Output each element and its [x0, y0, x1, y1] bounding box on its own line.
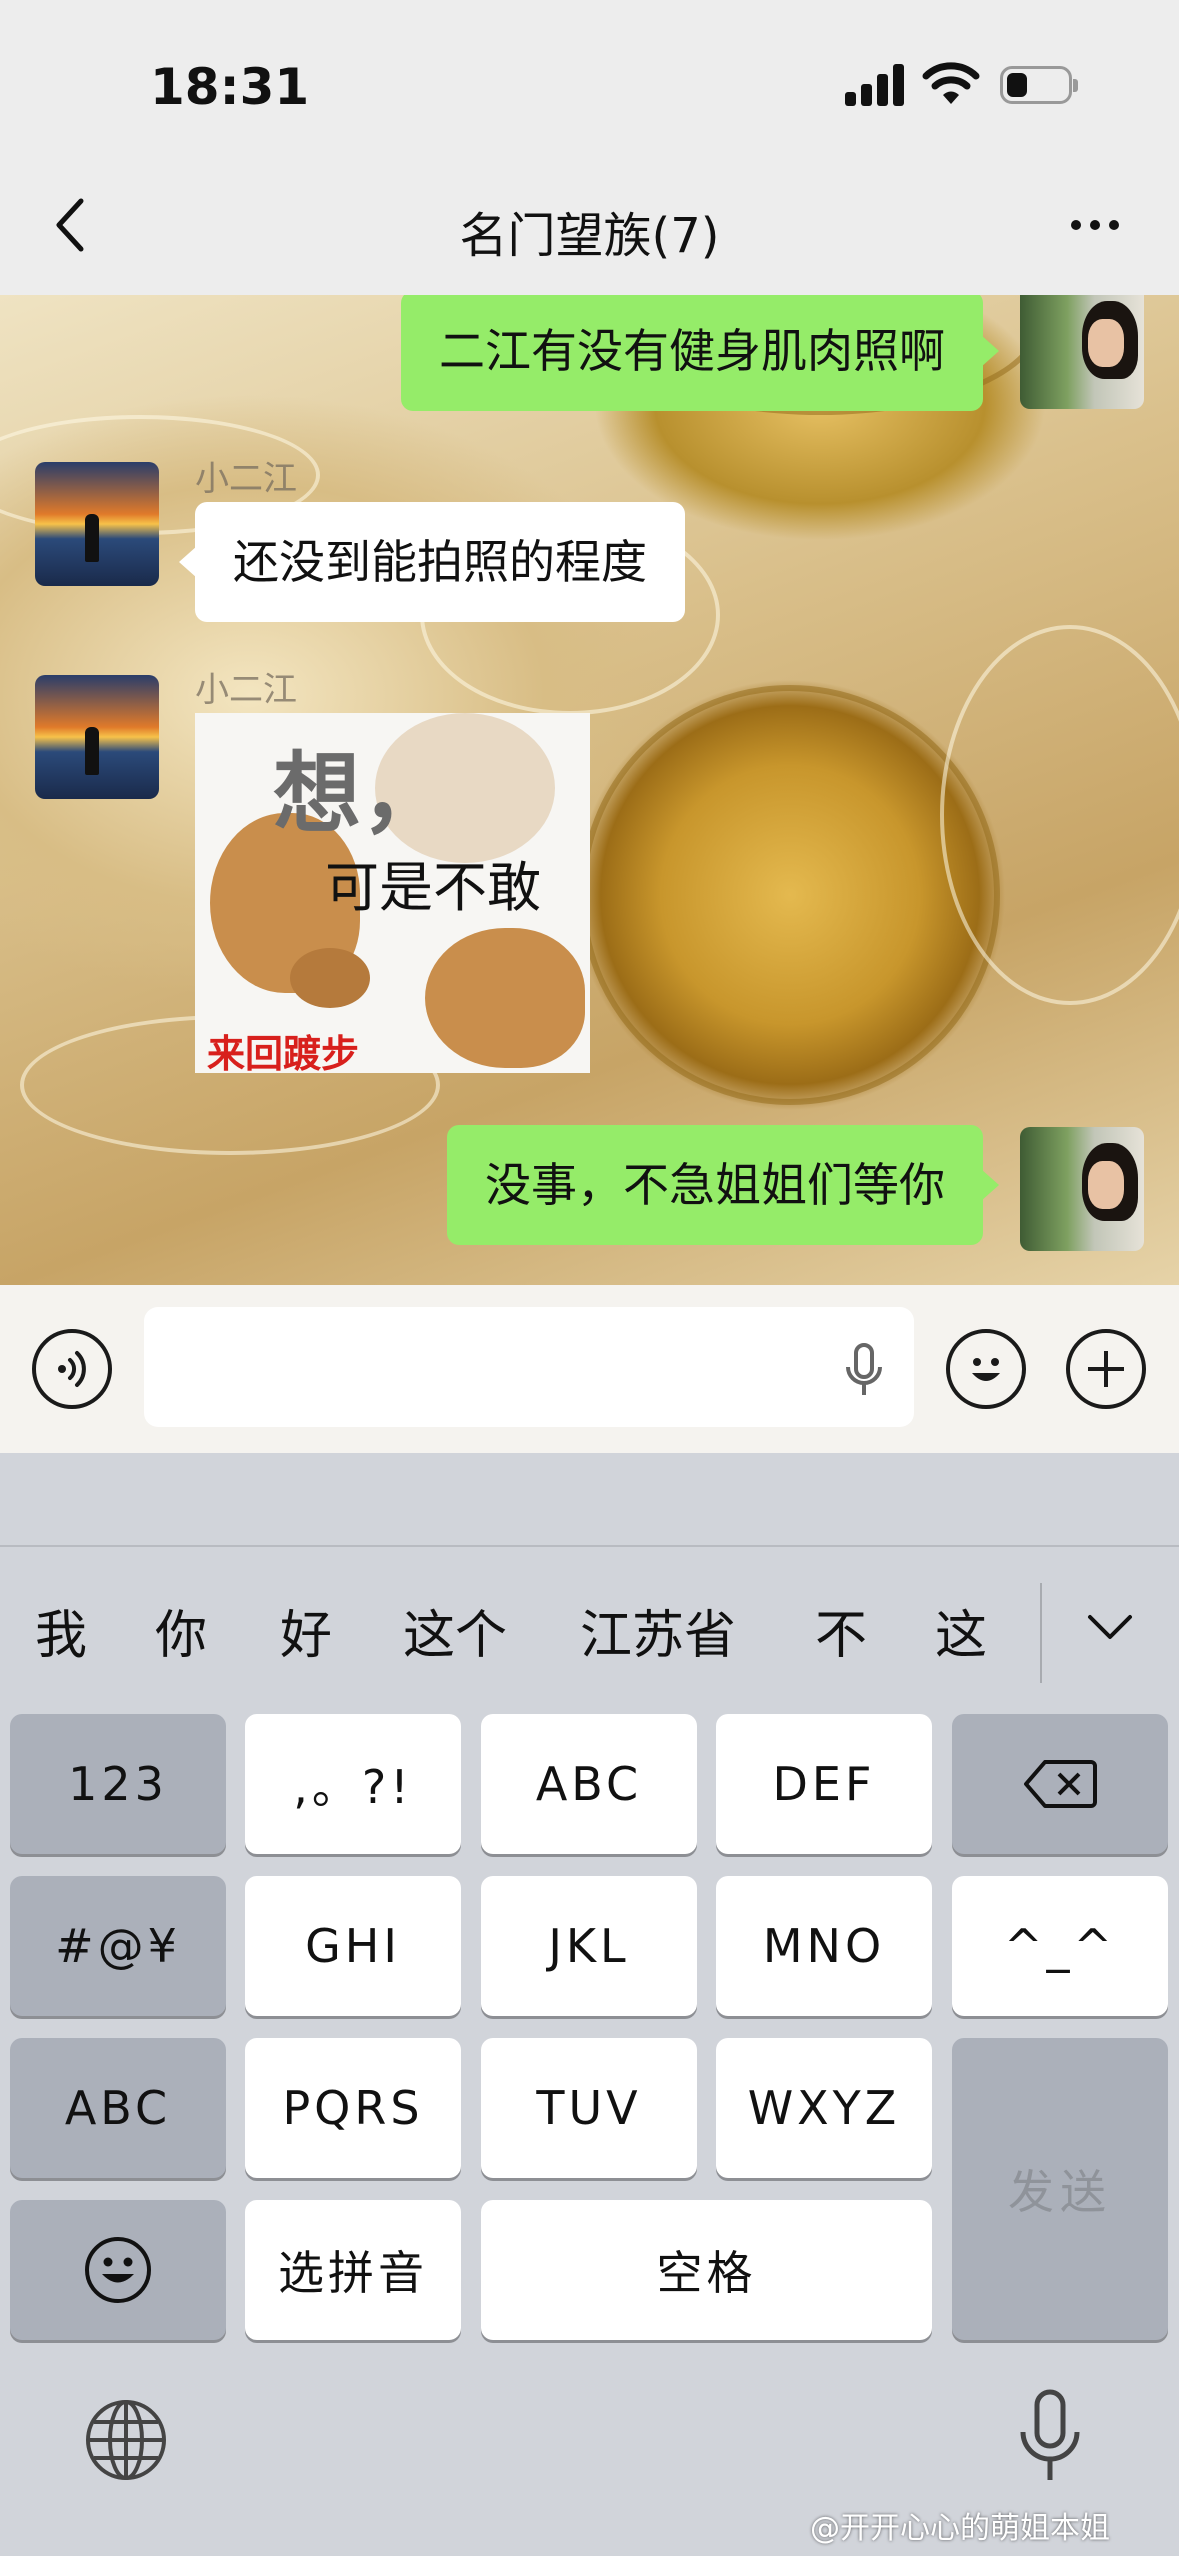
backspace-icon — [1024, 1760, 1097, 1808]
voice-toggle-button[interactable] — [32, 1329, 112, 1409]
key-mno[interactable]: MNO — [716, 1876, 932, 2016]
plus-button[interactable] — [1066, 1329, 1146, 1409]
message-bubble-incoming[interactable]: 还没到能拍照的程度 — [179, 502, 685, 622]
message-input[interactable] — [144, 1307, 914, 1427]
more-dot-icon — [1109, 220, 1119, 230]
key-def[interactable]: DEF — [716, 1714, 932, 1854]
emoji-button[interactable] — [946, 1329, 1026, 1409]
key-abc[interactable]: ABC — [481, 1714, 697, 1854]
cellular-signal-icon — [845, 64, 905, 106]
backspace-key[interactable] — [952, 1714, 1168, 1854]
smiley-icon — [85, 2237, 151, 2303]
candidate-word[interactable]: 好 — [280, 1593, 332, 1668]
my-avatar[interactable] — [1020, 295, 1144, 409]
contact-avatar[interactable] — [35, 462, 159, 586]
watermark: @开开心心的萌姐本姐 — [810, 2511, 1110, 2546]
emoji-key[interactable] — [10, 2200, 226, 2340]
message-bubble-outgoing[interactable]: 二江有没有健身肌肉照啊 — [401, 295, 999, 411]
key-emoticon[interactable]: ^_^ — [952, 1876, 1168, 2016]
more-options-button[interactable] — [1060, 200, 1130, 250]
status-time: 18:31 — [150, 58, 310, 116]
key-ghi[interactable]: GHI — [245, 1876, 461, 2016]
chevron-down-icon — [1088, 1615, 1132, 1639]
smiley-icon — [972, 1358, 1000, 1381]
expand-candidates-button[interactable] — [1080, 1598, 1140, 1658]
candidate-word[interactable]: 我 — [35, 1593, 87, 1668]
input-bar — [0, 1285, 1179, 1453]
sticker-caption-main: 想， — [273, 742, 450, 845]
candidate-word[interactable]: 不 — [815, 1593, 867, 1668]
key-wxyz[interactable]: WXYZ — [716, 2038, 932, 2178]
wifi-icon — [922, 62, 980, 104]
send-key-label: 发送 — [1008, 2165, 1112, 2219]
key-123[interactable]: 123 — [10, 1714, 226, 1854]
key-pinyin[interactable]: 选拼音 — [245, 2200, 461, 2340]
dictation-microphone-icon[interactable] — [1015, 2388, 1085, 2486]
sticker-caption-red: 来回踱步 — [207, 1032, 360, 1073]
key-tuv[interactable]: TUV — [481, 2038, 697, 2178]
my-avatar[interactable] — [1020, 1127, 1144, 1251]
key-pqrs[interactable]: PQRS — [245, 2038, 461, 2178]
more-dot-icon — [1090, 220, 1100, 230]
divider — [0, 1545, 1179, 1547]
plus-icon — [1088, 1351, 1124, 1387]
battery-icon — [1000, 66, 1078, 104]
message-bubble-outgoing[interactable]: 没事，不急姐姐们等你 — [447, 1125, 999, 1245]
key-abc-switch[interactable]: ABC — [10, 2038, 226, 2178]
microphone-icon[interactable] — [844, 1343, 884, 1399]
space-key[interactable]: 空格 — [481, 2200, 932, 2340]
more-dot-icon — [1071, 220, 1081, 230]
divider — [1040, 1583, 1042, 1683]
candidate-word[interactable]: 江苏省 — [580, 1593, 736, 1668]
key-symbols[interactable]: #@¥ — [10, 1876, 226, 2016]
globe-icon[interactable] — [84, 2398, 168, 2482]
contact-avatar[interactable] — [35, 675, 159, 799]
send-key[interactable]: 发送 — [952, 2038, 1168, 2340]
chat-area[interactable]: 二江有没有健身肌肉照啊 小二江 还没到能拍照的程度 小二江 想， 可是不敢 来回… — [0, 295, 1179, 1285]
sticker-message[interactable]: 想， 可是不敢 来回踱步 — [195, 713, 590, 1073]
candidate-word[interactable]: 你 — [155, 1593, 207, 1668]
sticker-caption: 可是不敢 — [325, 856, 541, 919]
sender-name: 小二江 — [195, 459, 297, 499]
sender-name: 小二江 — [195, 670, 297, 710]
voice-waves-icon — [58, 1351, 86, 1387]
top-bar: 18:31 名门望族(7) — [0, 0, 1179, 295]
keyboard: 我 你 好 这个 江苏省 不 这 123 ,。?! ABC DEF #@¥ GH… — [0, 1453, 1179, 2556]
chat-title: 名门望族(7) — [459, 208, 720, 264]
key-punctuation[interactable]: ,。?! — [245, 1714, 461, 1854]
key-jkl[interactable]: JKL — [481, 1876, 697, 2016]
candidate-word[interactable]: 这 — [935, 1593, 987, 1668]
candidate-word[interactable]: 这个 — [403, 1593, 507, 1668]
coin-decoration — [580, 685, 1000, 1105]
